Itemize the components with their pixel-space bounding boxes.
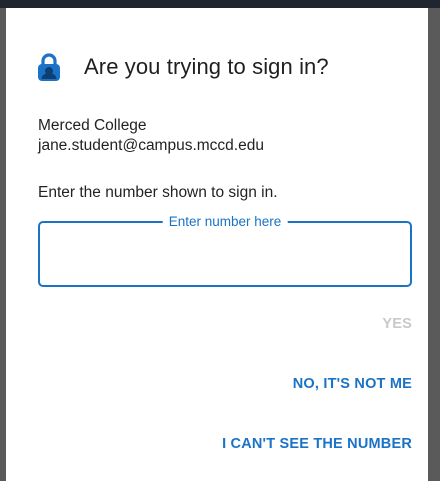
- organization-name: Merced College: [38, 117, 147, 134]
- account-email: jane.student@campus.mccd.edu: [38, 137, 264, 154]
- yes-button[interactable]: YES: [382, 316, 412, 332]
- top-bar: [0, 0, 440, 8]
- number-input[interactable]: [38, 221, 412, 287]
- dialog-header: Are you trying to sign in?: [36, 52, 329, 82]
- sign-in-dialog: Are you trying to sign in? Merced Colleg…: [6, 8, 428, 481]
- number-input-label: Enter number here: [162, 214, 288, 229]
- number-field-container: Enter number here: [38, 214, 412, 287]
- dialog-title: Are you trying to sign in?: [84, 54, 329, 79]
- not-me-button[interactable]: NO, IT'S NOT ME: [293, 376, 412, 392]
- account-info: Merced College jane.student@campus.mccd.…: [38, 116, 264, 156]
- lock-icon: [36, 52, 62, 82]
- cant-see-number-button[interactable]: I CAN'T SEE THE NUMBER: [222, 436, 412, 452]
- instruction-text: Enter the number shown to sign in.: [38, 184, 278, 201]
